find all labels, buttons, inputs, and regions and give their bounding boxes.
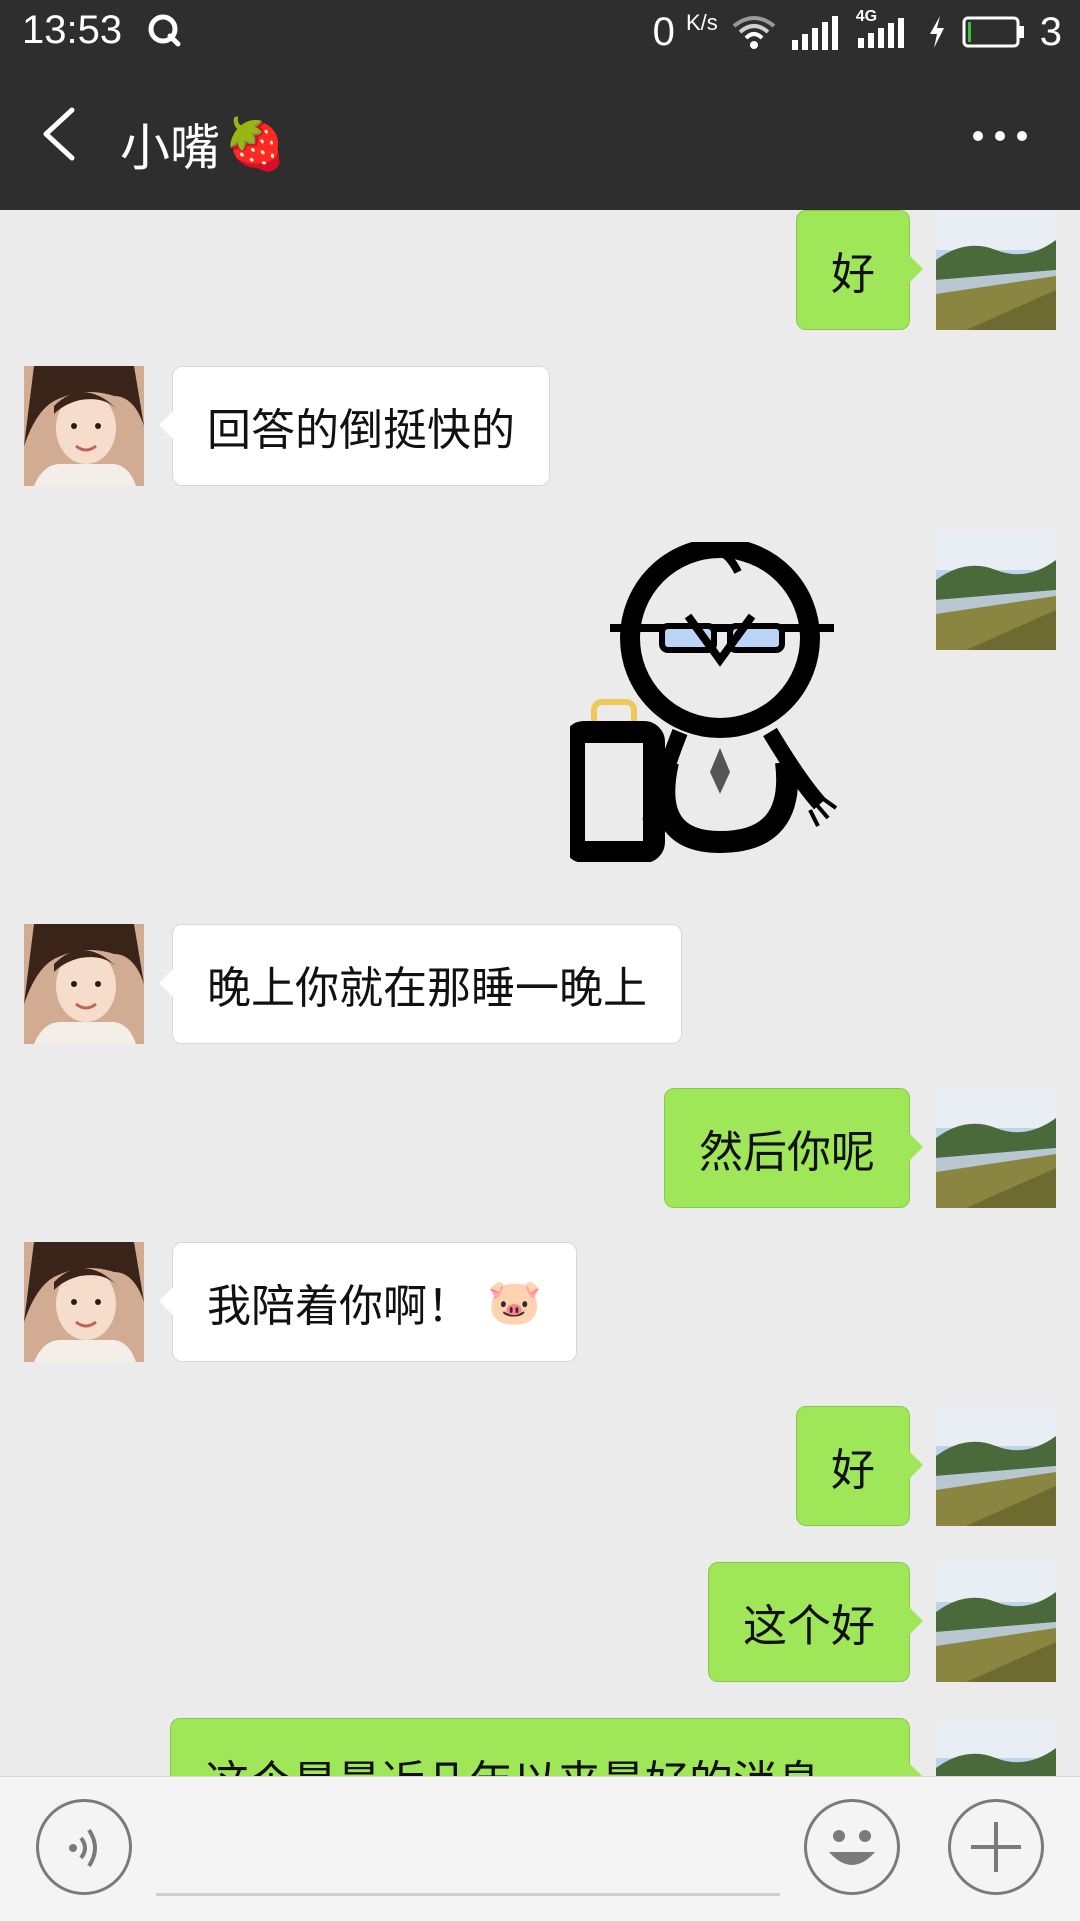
- my-avatar[interactable]: [936, 1718, 1056, 1776]
- status-time: 13:53: [22, 8, 123, 52]
- charging-icon: [929, 16, 944, 48]
- back-arrow-icon[interactable]: [34, 104, 84, 164]
- contact-avatar[interactable]: [24, 924, 144, 1044]
- my-avatar[interactable]: [936, 1406, 1056, 1526]
- chat-title-text: 小嘴: [120, 119, 220, 177]
- voice-button[interactable]: [36, 1799, 132, 1895]
- more-functions-button[interactable]: [948, 1799, 1044, 1895]
- emoji-button[interactable]: [804, 1799, 900, 1895]
- message-text: 晚上你就在那睡一晚上: [207, 963, 647, 1014]
- chat-header: 小嘴 🍓: [0, 64, 1080, 210]
- message-bubble-in[interactable]: 晚上你就在那睡一晚上: [159, 924, 682, 1044]
- en-sticker[interactable]: [570, 542, 880, 862]
- message-text: 好: [831, 249, 875, 300]
- input-bar: [0, 1776, 1080, 1921]
- message-bubble-out[interactable]: 这个好: [708, 1562, 923, 1682]
- q-icon: [148, 14, 181, 47]
- strawberry-icon: 🍓: [224, 114, 287, 173]
- message-text: 好: [831, 1445, 875, 1496]
- battery-icon: [962, 16, 1024, 48]
- plus-icon: [971, 1822, 1021, 1872]
- more-options-icon[interactable]: [970, 128, 1030, 144]
- message-input[interactable]: [156, 1893, 780, 1896]
- message-bubble-out[interactable]: 好: [796, 210, 923, 330]
- status-right: 0 K/s 4G 3: [653, 8, 1062, 56]
- my-avatar[interactable]: [936, 210, 1056, 330]
- signal-icon: [791, 16, 838, 50]
- pig-emoji-icon: 🐷: [487, 1277, 542, 1328]
- message-bubble-in[interactable]: 回答的倒挺快的: [159, 366, 550, 486]
- contact-avatar[interactable]: [24, 366, 144, 486]
- net-speed: 0 K/s: [652, 9, 718, 54]
- message-text: 回答的倒挺快的: [207, 405, 515, 456]
- status-bar: 13:53 0 K/s 4G 3: [0, 0, 1080, 64]
- battery-level: 3: [1039, 9, 1062, 54]
- contact-avatar[interactable]: [24, 1242, 144, 1362]
- message-text: 这个好: [743, 1601, 875, 1652]
- voice-icon: [69, 1828, 97, 1868]
- message-bubble-out[interactable]: 这个是最近几年以来最好的消息: [170, 1718, 923, 1776]
- message-bubble-in[interactable]: 我陪着你啊！ 🐷: [159, 1242, 577, 1362]
- chat-area[interactable]: 好 回答的倒挺快的 晚上你就在那睡一晚上 然后你呢 我陪着你啊！ 🐷 好 这个好: [0, 210, 1080, 1776]
- message-text: 我陪着你啊！: [207, 1281, 471, 1332]
- message-bubble-out[interactable]: 然后你呢: [664, 1088, 923, 1208]
- my-avatar[interactable]: [936, 1562, 1056, 1682]
- net-unit: K/s: [685, 9, 718, 35]
- my-avatar[interactable]: [936, 530, 1056, 650]
- message-text: 这个是最近几年以来最好的消息: [205, 1746, 821, 1776]
- my-avatar[interactable]: [936, 1088, 1056, 1208]
- wifi-icon: [732, 16, 775, 49]
- emoji-icon: [829, 1830, 875, 1865]
- signal-4g-icon: 4G: [856, 8, 912, 52]
- message-bubble-out[interactable]: 好: [796, 1406, 923, 1526]
- chat-title: 小嘴 🍓: [120, 108, 286, 180]
- message-text: 然后你呢: [699, 1127, 875, 1178]
